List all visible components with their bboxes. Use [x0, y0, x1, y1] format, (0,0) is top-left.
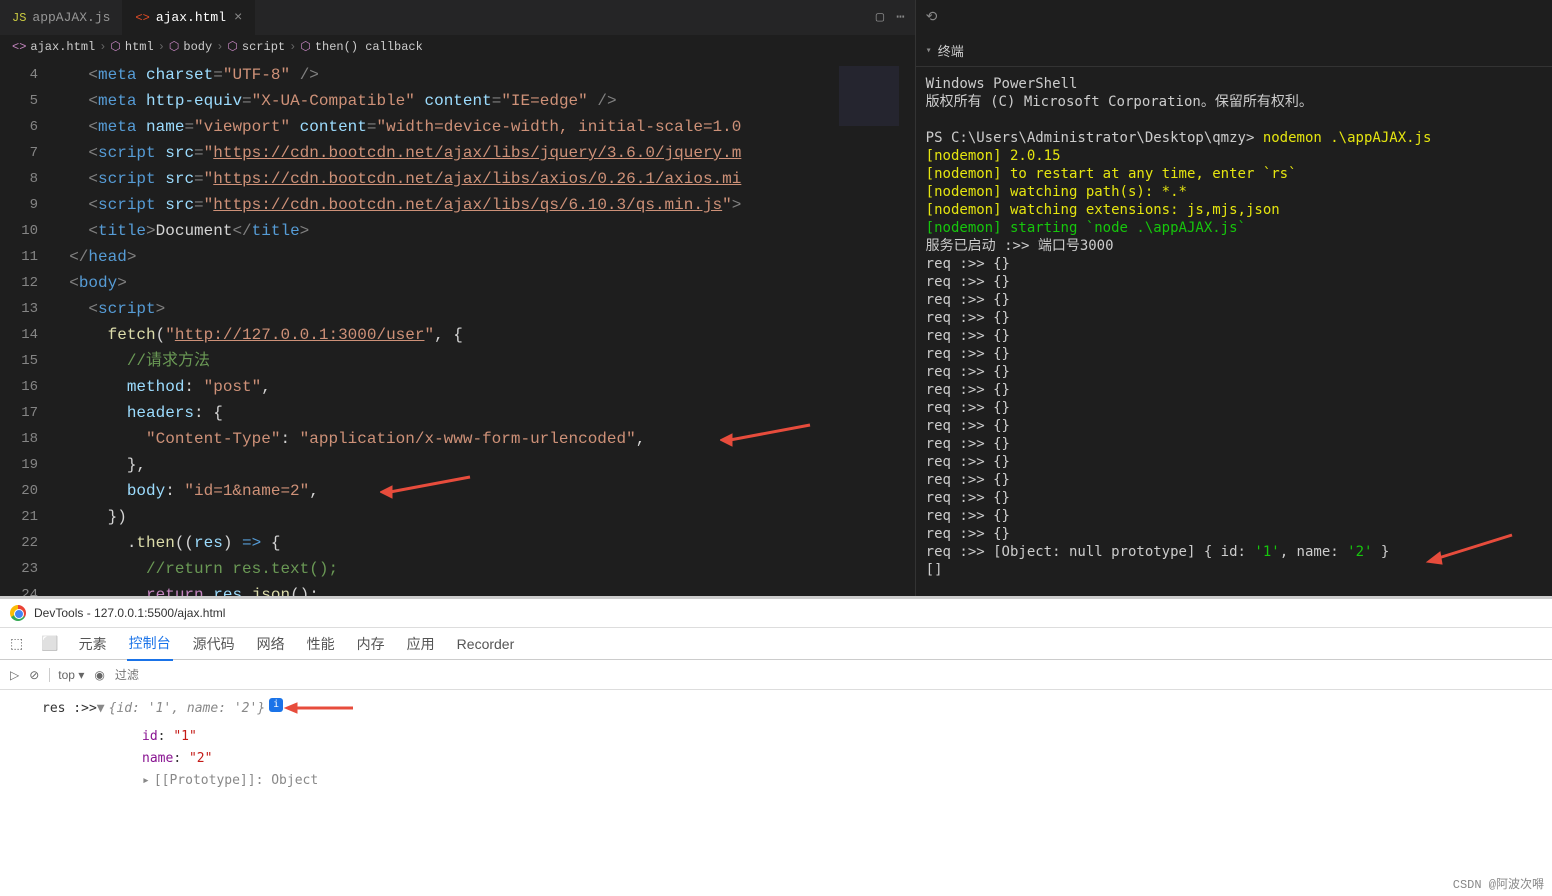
- chrome-icon: [10, 605, 26, 621]
- clear-icon[interactable]: ⊘: [29, 668, 39, 682]
- breadcrumb: <> ajax.html› ⬡html› ⬡body› ⬡script› ⬡th…: [0, 35, 915, 58]
- console-output[interactable]: res :>> ▼ {id: '1', name: '2'} i id: "1"…: [0, 690, 1552, 800]
- terminal-title: 终端: [938, 41, 964, 60]
- devtools-titlebar: DevTools - 127.0.0.1:5500/ajax.html: [0, 599, 1552, 628]
- close-icon[interactable]: ×: [234, 10, 242, 26]
- console-toolbar: ▷ ⊘ top ▾ ◉: [0, 660, 1552, 690]
- annotation-arrow: [283, 698, 363, 726]
- play-icon[interactable]: ▷: [10, 668, 19, 682]
- terminal-header[interactable]: ▾ 终端: [916, 35, 1552, 67]
- tab-ajax-html[interactable]: <> ajax.html ×: [123, 0, 255, 35]
- chevron-down-icon: ▾: [926, 45, 932, 57]
- debug-icon[interactable]: ⟲: [926, 9, 938, 26]
- device-icon[interactable]: ⬜: [41, 635, 58, 652]
- object-preview: {id: '1', name: '2'}: [109, 698, 266, 726]
- more-icon[interactable]: ⋯: [896, 9, 904, 26]
- annotation-arrow: [1422, 530, 1522, 575]
- annotation-arrow: [720, 420, 820, 465]
- devtools-title: DevTools - 127.0.0.1:5500/ajax.html: [34, 606, 225, 620]
- js-icon: JS: [12, 11, 26, 25]
- tab-application[interactable]: 应用: [405, 628, 437, 660]
- devtools-tabs: ⬚ ⬜ 元素 控制台 源代码 网络 性能 内存 应用 Recorder: [0, 628, 1552, 660]
- inspect-icon[interactable]: ⬚: [10, 635, 23, 652]
- tab-label: appAJAX.js: [32, 10, 110, 25]
- annotation-arrow: [380, 472, 480, 517]
- eye-icon[interactable]: ◉: [94, 668, 104, 682]
- split-icon[interactable]: ▢: [876, 9, 884, 26]
- tab-recorder[interactable]: Recorder: [455, 630, 517, 658]
- tab-performance[interactable]: 性能: [305, 628, 337, 660]
- expand-icon[interactable]: ▸: [142, 773, 150, 788]
- html-icon: <>: [135, 11, 149, 25]
- context-selector[interactable]: top ▾: [49, 668, 84, 682]
- tab-sources[interactable]: 源代码: [191, 628, 237, 660]
- filter-input[interactable]: [115, 668, 1542, 682]
- editor-tabs: JS appAJAX.js <> ajax.html × ▢ ⋯: [0, 0, 915, 35]
- tab-elements[interactable]: 元素: [77, 628, 109, 660]
- tab-label: ajax.html: [156, 10, 226, 25]
- tab-console[interactable]: 控制台: [127, 627, 173, 661]
- terminal-tab-bar: ⟲: [916, 0, 1552, 35]
- tab-memory[interactable]: 内存: [355, 628, 387, 660]
- watermark: CSDN @阿波次嘚: [1453, 875, 1544, 892]
- tab-network[interactable]: 网络: [255, 628, 287, 660]
- tab-appajax[interactable]: JS appAJAX.js: [0, 0, 123, 35]
- devtools-panel: DevTools - 127.0.0.1:5500/ajax.html ⬚ ⬜ …: [0, 596, 1552, 896]
- info-icon[interactable]: i: [269, 698, 283, 712]
- expand-icon[interactable]: ▼: [97, 698, 105, 726]
- console-message: res :>>: [42, 698, 97, 726]
- file-icon: <>: [12, 40, 26, 54]
